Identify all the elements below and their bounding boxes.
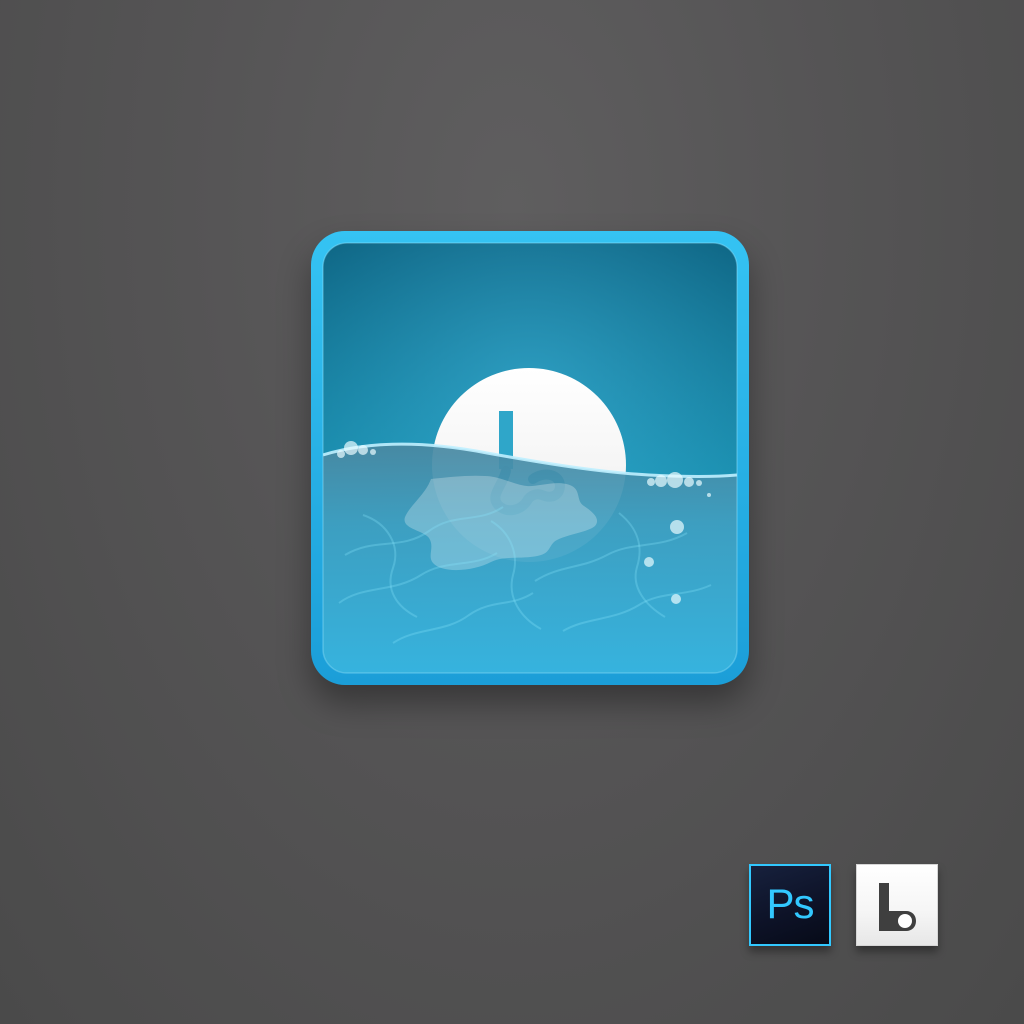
letter-l-dot-cutout bbox=[898, 914, 912, 928]
photoshop-label: Ps bbox=[766, 880, 814, 927]
photoshop-badge: Ps bbox=[749, 864, 831, 946]
snorkel-app-icon bbox=[305, 225, 755, 695]
snorkel-illustration bbox=[311, 231, 749, 685]
artwork-canvas: Ps bbox=[0, 0, 1024, 1024]
letter-l-icon bbox=[879, 883, 916, 931]
scene bbox=[323, 243, 737, 673]
letter-l-badge bbox=[856, 864, 938, 946]
